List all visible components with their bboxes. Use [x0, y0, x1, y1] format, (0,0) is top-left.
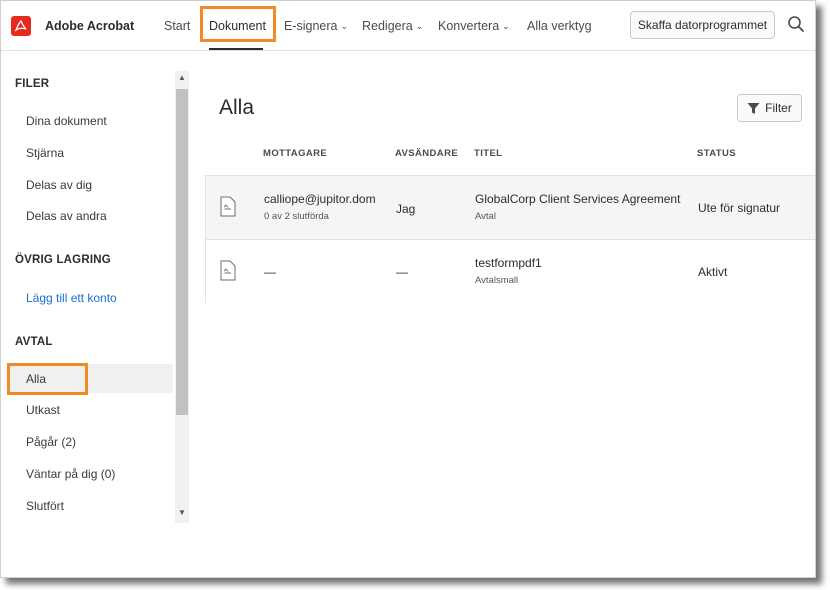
table-row[interactable]: — — testformpdf1 Avtalsmall Aktivt	[206, 240, 815, 304]
agreement-type: Avtalsmall	[475, 275, 519, 286]
nav-redigera[interactable]: Redigera ⌄	[362, 1, 423, 51]
table-row[interactable]: calliope@jupitor.dom 0 av 2 slutförda Ja…	[206, 176, 815, 240]
scroll-up-arrow-icon[interactable]: ▲	[178, 73, 186, 82]
sidebar-item-pagar[interactable]: Pågår (2)	[26, 435, 76, 449]
agreements-table: calliope@jupitor.dom 0 av 2 slutförda Ja…	[205, 175, 815, 304]
sidebar-item-dina-dokument[interactable]: Dina dokument	[26, 114, 107, 128]
sidebar-item-delas-av-dig[interactable]: Delas av dig	[26, 178, 92, 192]
nav-start-label: Start	[164, 19, 191, 33]
sidebar-item-stjarna[interactable]: Stjärna	[26, 146, 64, 160]
top-bar: Adobe Acrobat Start Dokument E-signera ⌄ …	[1, 1, 815, 51]
add-account-link[interactable]: Lägg till ett konto	[26, 291, 117, 305]
sender: Jag	[396, 202, 416, 216]
active-tab-indicator	[209, 48, 263, 50]
nav-konvertera-label: Konvertera	[438, 19, 500, 33]
chevron-down-icon: ⌄	[415, 20, 424, 31]
sidebar-item-slutfort[interactable]: Slutfört	[26, 499, 64, 513]
nav-e-signera[interactable]: E-signera ⌄	[284, 1, 348, 51]
column-header-recipient[interactable]: MOTTAGARE	[263, 148, 327, 159]
page-title: Alla	[219, 96, 255, 119]
nav-alla-verktyg[interactable]: Alla verktyg	[527, 1, 592, 51]
agreement-title[interactable]: testformpdf1	[475, 256, 542, 270]
nav-start[interactable]: Start	[164, 1, 190, 51]
agreement-status: Ute för signatur	[698, 201, 781, 215]
recipient-email: —	[264, 265, 276, 279]
chevron-down-icon: ⌄	[502, 20, 510, 31]
nav-alla-verktyg-label: Alla verktyg	[527, 19, 592, 33]
scroll-thumb[interactable]	[176, 89, 188, 415]
section-title-ovrig-lagring: ÖVRIG LAGRING	[15, 254, 111, 266]
column-header-sender[interactable]: AVSÄNDARE	[395, 148, 458, 159]
sender: —	[396, 265, 408, 279]
nav-konvertera[interactable]: Konvertera ⌄	[438, 1, 510, 51]
column-header-title[interactable]: TITEL	[474, 148, 502, 159]
recipient-progress: 0 av 2 slutförda	[264, 211, 329, 222]
sidebar-scrollbar[interactable]: ▲ ▼	[175, 71, 189, 523]
highlight-box-alla	[7, 363, 88, 395]
search-icon[interactable]	[787, 15, 807, 35]
sidebar-item-utkast[interactable]: Utkast	[26, 403, 60, 417]
scroll-down-arrow-icon[interactable]: ▼	[178, 508, 186, 517]
get-desktop-app-button[interactable]: Skaffa datorprogrammet	[630, 11, 775, 39]
highlight-box-dokument	[200, 6, 276, 42]
nav-e-signera-label: E-signera	[284, 19, 338, 33]
document-icon	[220, 260, 236, 281]
nav-redigera-label: Redigera	[362, 19, 413, 33]
section-title-filer: FILER	[15, 78, 50, 90]
filter-icon	[747, 102, 760, 114]
agreement-title[interactable]: GlobalCorp Client Services Agreement	[475, 192, 680, 206]
document-icon	[220, 196, 236, 217]
app-window: Adobe Acrobat Start Dokument E-signera ⌄ …	[0, 0, 816, 578]
main-content: Alla Filter MOTTAGARE AVSÄNDARE TITEL ST…	[205, 52, 815, 577]
filter-button[interactable]: Filter	[737, 94, 802, 122]
sidebar: FILER Dina dokument Stjärna Delas av dig…	[1, 52, 173, 522]
section-title-avtal: AVTAL	[15, 336, 53, 348]
agreement-status: Aktivt	[698, 265, 728, 279]
sidebar-item-vantar-pa-dig[interactable]: Väntar på dig (0)	[26, 467, 115, 481]
sidebar-item-delas-av-andra[interactable]: Delas av andra	[26, 209, 107, 223]
agreement-type: Avtal	[475, 211, 496, 222]
filter-label: Filter	[765, 101, 792, 115]
recipient-email: calliope@jupitor.dom	[264, 192, 376, 206]
chevron-down-icon: ⌄	[340, 20, 349, 31]
column-header-status[interactable]: STATUS	[697, 148, 736, 159]
